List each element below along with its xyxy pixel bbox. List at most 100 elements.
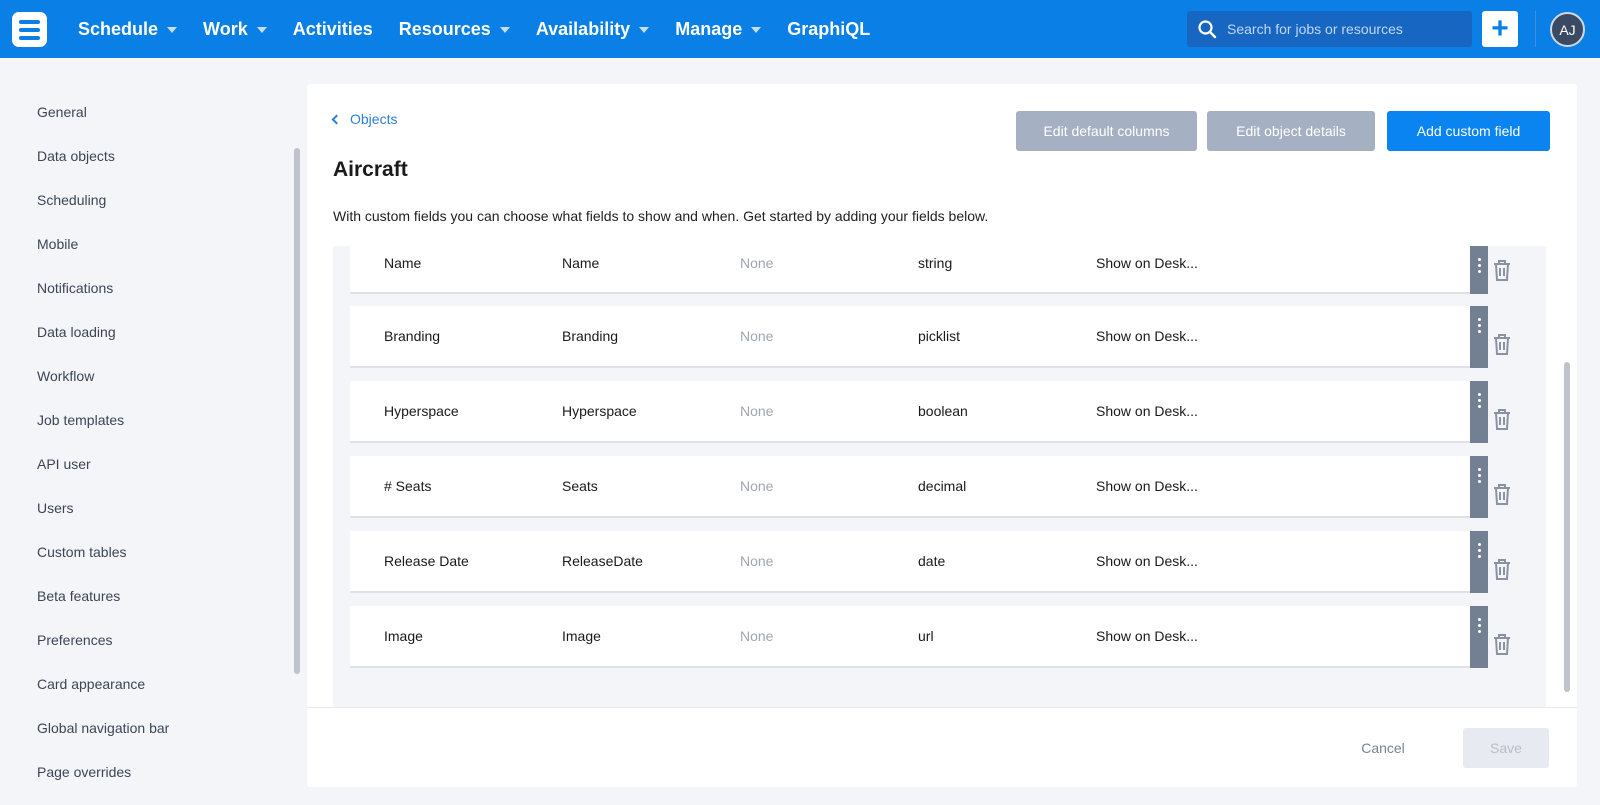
nav-graphiql[interactable]: GraphiQL — [787, 19, 870, 40]
trash-icon[interactable] — [1491, 557, 1513, 581]
field-type: date — [918, 553, 946, 569]
page-title: Aircraft — [333, 158, 408, 181]
field-api-name: ReleaseDate — [562, 553, 643, 569]
field-row-menu[interactable] — [1470, 456, 1488, 518]
sidebar-item-page-overrides[interactable]: Page overrides — [37, 764, 131, 780]
field-label: # Seats — [384, 478, 432, 494]
custom-fields-list: Name Name None string Show on Desk... Br… — [333, 246, 1546, 707]
object-detail-panel: Objects Edit default columns Edit object… — [307, 84, 1577, 787]
field-row-menu[interactable] — [1470, 531, 1488, 593]
sidebar-item-global-navigation-bar[interactable]: Global navigation bar — [37, 720, 169, 736]
back-to-objects-link[interactable]: Objects — [331, 111, 398, 127]
field-row[interactable]: Hyperspace Hyperspace None boolean Show … — [350, 381, 1470, 443]
field-default: None — [740, 328, 774, 344]
field-type: picklist — [918, 328, 961, 344]
nav-schedule[interactable]: Schedule — [78, 18, 178, 40]
caret-down-icon — [167, 27, 178, 33]
field-row-menu[interactable] — [1470, 306, 1488, 368]
app-logo-icon[interactable] — [12, 12, 47, 47]
field-api-name: Branding — [562, 328, 619, 344]
sidebar-item-mobile[interactable]: Mobile — [37, 236, 78, 252]
nav-label: Availability — [535, 18, 631, 39]
field-visibility: Show on Desk... — [1096, 328, 1198, 344]
nav-activities[interactable]: Activities — [293, 19, 373, 40]
save-button[interactable]: Save — [1463, 728, 1549, 768]
field-type: string — [918, 255, 953, 271]
nav-availability[interactable]: Availability — [535, 18, 650, 40]
field-default: None — [740, 255, 774, 271]
sidebar-item-general[interactable]: General — [37, 104, 87, 120]
cancel-button[interactable]: Cancel — [1338, 728, 1428, 768]
field-row[interactable]: Release Date ReleaseDate None date Show … — [350, 531, 1470, 593]
chevron-left-icon — [331, 114, 342, 124]
field-api-name: Image — [562, 628, 601, 644]
field-visibility: Show on Desk... — [1096, 255, 1198, 271]
field-row-menu[interactable] — [1470, 246, 1488, 294]
field-row[interactable]: # Seats Seats None decimal Show on Desk.… — [350, 456, 1470, 518]
field-default: None — [740, 403, 774, 419]
nav-label: Schedule — [78, 18, 159, 39]
field-label: Name — [384, 255, 422, 271]
field-row[interactable]: Image Image None url Show on Desk... — [350, 606, 1470, 668]
footer-divider — [307, 707, 1577, 708]
nav-label: GraphiQL — [787, 18, 871, 39]
field-type: url — [918, 628, 934, 644]
top-nav-bar: Schedule Work Activities Resources Avail… — [0, 0, 1600, 58]
trash-icon[interactable] — [1491, 258, 1513, 282]
field-default: None — [740, 553, 774, 569]
sidebar-item-notifications[interactable]: Notifications — [37, 280, 113, 296]
caret-down-icon — [751, 27, 762, 33]
nav-work[interactable]: Work — [203, 19, 267, 40]
sidebar-item-data-objects[interactable]: Data objects — [37, 148, 115, 164]
field-api-name: Name — [562, 255, 600, 271]
field-api-name: Seats — [562, 478, 598, 494]
user-avatar[interactable]: AJ — [1550, 12, 1585, 47]
field-label: Release Date — [384, 553, 469, 569]
sidebar-item-workflow[interactable]: Workflow — [37, 368, 94, 384]
edit-object-details-button[interactable]: Edit object details — [1207, 111, 1375, 151]
page-description: With custom fields you can choose what f… — [333, 208, 989, 224]
add-new-button[interactable]: + — [1482, 11, 1518, 47]
sidebar-item-custom-tables[interactable]: Custom tables — [37, 544, 126, 560]
sidebar-item-preferences[interactable]: Preferences — [37, 632, 112, 648]
field-row-menu[interactable] — [1470, 606, 1488, 668]
sidebar-item-card-appearance[interactable]: Card appearance — [37, 676, 145, 692]
field-row[interactable]: Branding Branding None picklist Show on … — [350, 306, 1470, 368]
field-visibility: Show on Desk... — [1096, 628, 1198, 644]
sidebar-item-job-templates[interactable]: Job templates — [37, 412, 124, 428]
back-link-label: Objects — [350, 111, 398, 127]
nav-resources[interactable]: Resources — [399, 19, 510, 40]
caret-down-icon — [256, 27, 267, 33]
settings-sidebar: General Data objects Scheduling Mobile N… — [0, 58, 300, 805]
nav-label: Manage — [675, 18, 743, 39]
caret-down-icon — [639, 27, 650, 33]
field-visibility: Show on Desk... — [1096, 478, 1198, 494]
field-row[interactable]: Name Name None string Show on Desk... — [350, 246, 1470, 294]
nav-label: Resources — [398, 18, 491, 39]
field-label: Hyperspace — [384, 403, 459, 419]
trash-icon[interactable] — [1491, 407, 1513, 431]
field-default: None — [740, 478, 774, 494]
sidebar-item-scheduling[interactable]: Scheduling — [37, 192, 106, 208]
edit-default-columns-button[interactable]: Edit default columns — [1016, 111, 1197, 151]
sidebar-item-api-user[interactable]: API user — [37, 456, 91, 472]
nav-label: Activities — [292, 18, 373, 39]
sidebar-scrollbar[interactable] — [294, 148, 300, 674]
sidebar-item-data-loading[interactable]: Data loading — [37, 324, 116, 340]
field-type: boolean — [918, 403, 968, 419]
field-visibility: Show on Desk... — [1096, 403, 1198, 419]
trash-icon[interactable] — [1491, 632, 1513, 656]
trash-icon[interactable] — [1491, 332, 1513, 356]
fields-list-scrollbar[interactable] — [1564, 362, 1570, 692]
field-type: decimal — [918, 478, 967, 494]
trash-icon[interactable] — [1491, 482, 1513, 506]
field-row-menu[interactable] — [1470, 381, 1488, 443]
add-custom-field-button[interactable]: Add custom field — [1387, 111, 1550, 151]
field-default: None — [740, 628, 774, 644]
main-nav: Schedule Work Activities Resources Avail… — [78, 0, 896, 58]
search-input[interactable] — [1227, 11, 1467, 47]
sidebar-item-beta-features[interactable]: Beta features — [37, 588, 120, 604]
sidebar-item-users[interactable]: Users — [37, 500, 74, 516]
nav-divider — [1535, 11, 1536, 47]
nav-manage[interactable]: Manage — [675, 18, 762, 40]
